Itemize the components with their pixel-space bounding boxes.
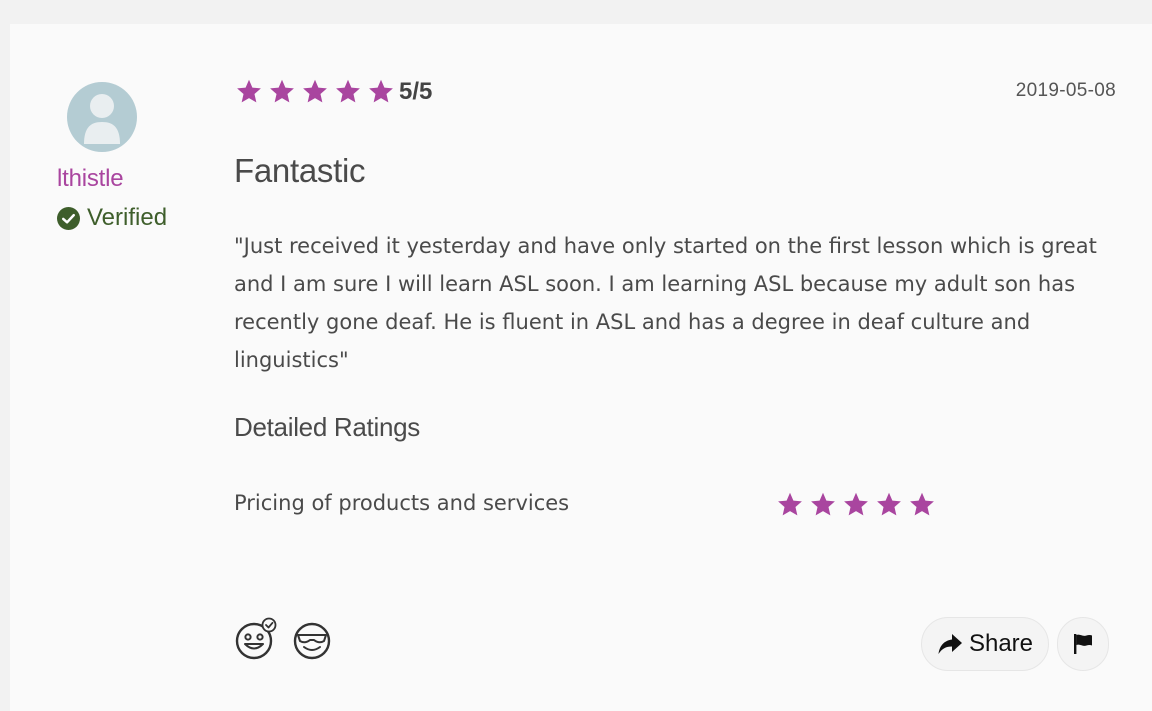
verified-badge: Verified: [57, 204, 167, 232]
star-icon: [844, 492, 868, 516]
star-icon: [811, 492, 835, 516]
star-icon: [303, 79, 327, 103]
review-card: lthistle Verified 5/5 2019-05-08 Fantast…: [10, 24, 1152, 711]
flag-icon: [1074, 634, 1092, 654]
review-title: Fantastic: [234, 152, 366, 189]
share-button[interactable]: Share: [921, 617, 1049, 671]
review-date: 2019-05-08: [1015, 80, 1116, 101]
share-label: Share: [968, 630, 1034, 657]
reviewer-username[interactable]: lthistle: [57, 165, 124, 193]
overall-rating: 5/5: [235, 78, 432, 106]
cool-face-sunglasses-icon[interactable]: [292, 617, 336, 661]
share-arrow-icon: [938, 634, 962, 654]
overall-star-rating: [235, 78, 400, 106]
detail-star-rating: [776, 491, 941, 519]
reaction-bar: [234, 617, 350, 661]
star-icon: [369, 79, 393, 103]
user-silhouette-icon: [84, 94, 120, 144]
star-icon: [336, 79, 360, 103]
review-body: "Just received it yesterday and have onl…: [234, 234, 1097, 372]
happy-face-check-icon[interactable]: [234, 617, 278, 661]
star-icon: [237, 79, 261, 103]
star-icon: [778, 492, 802, 516]
rating-score: 5/5: [399, 78, 433, 105]
detail-rating-label: Pricing of products and services: [234, 491, 570, 515]
avatar: [67, 82, 137, 152]
star-icon: [270, 79, 294, 103]
verified-label: Verified: [87, 204, 168, 231]
star-icon: [910, 492, 934, 516]
detailed-ratings-heading: Detailed Ratings: [234, 412, 420, 442]
check-circle-icon: [57, 206, 80, 230]
report-flag-button[interactable]: [1057, 617, 1109, 671]
star-icon: [877, 492, 901, 516]
